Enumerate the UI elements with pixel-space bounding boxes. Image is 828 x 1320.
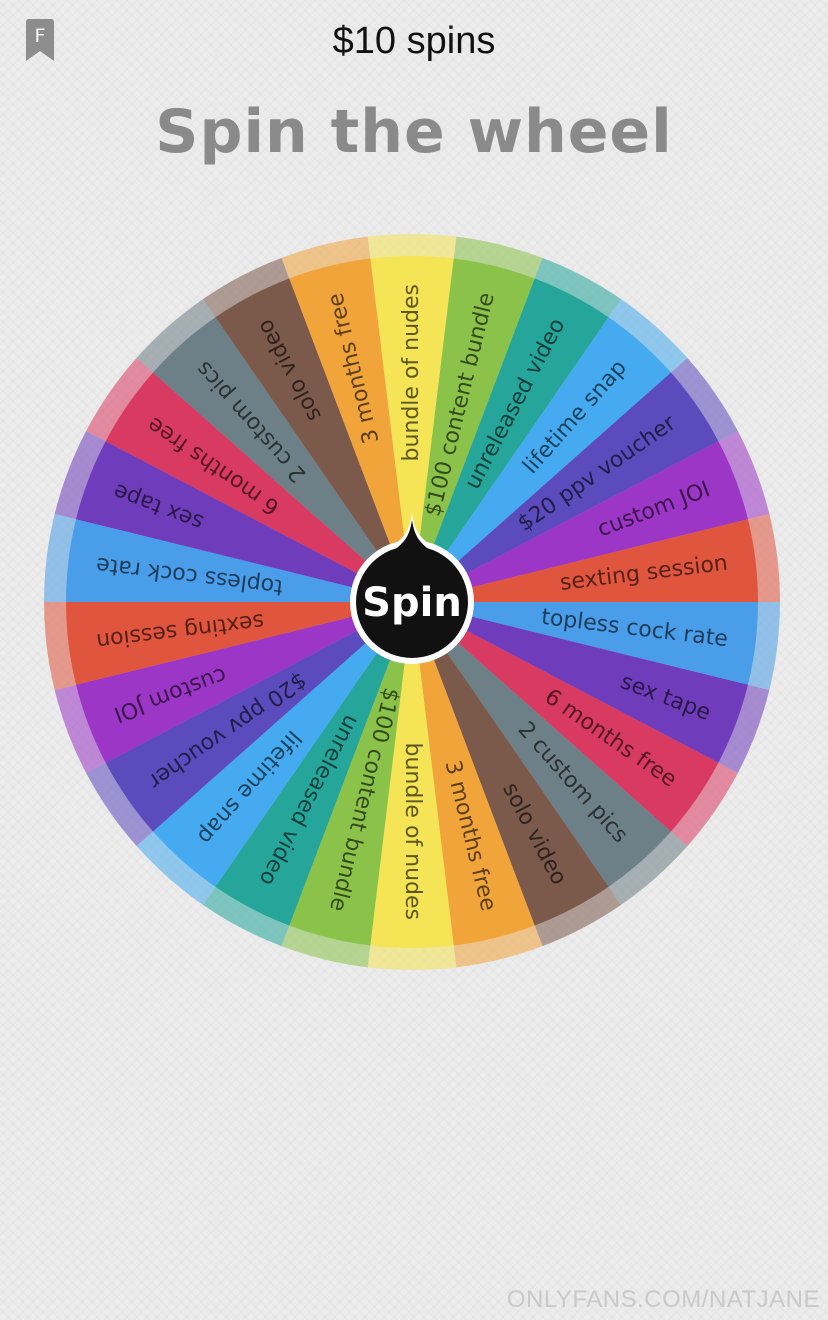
prize-wheel[interactable]: bundle of nudes $100 content bundle unrele… [44, 234, 780, 970]
page-title: $10 spins [332, 20, 496, 62]
wheel-graphic: bundle of nudes$100 content bundleunrele… [44, 234, 780, 970]
wheel-segment-label: bundle of nudes [399, 284, 424, 462]
spin-button-label: Spin [362, 580, 462, 626]
wheel-heading: Spin the wheel [155, 97, 673, 167]
watermark: ONLYFANS.COM/NATJANE [506, 1286, 820, 1313]
top-bar: F $10 spins [0, 0, 828, 84]
wheel-segment-label: bundle of nudes [400, 742, 425, 920]
